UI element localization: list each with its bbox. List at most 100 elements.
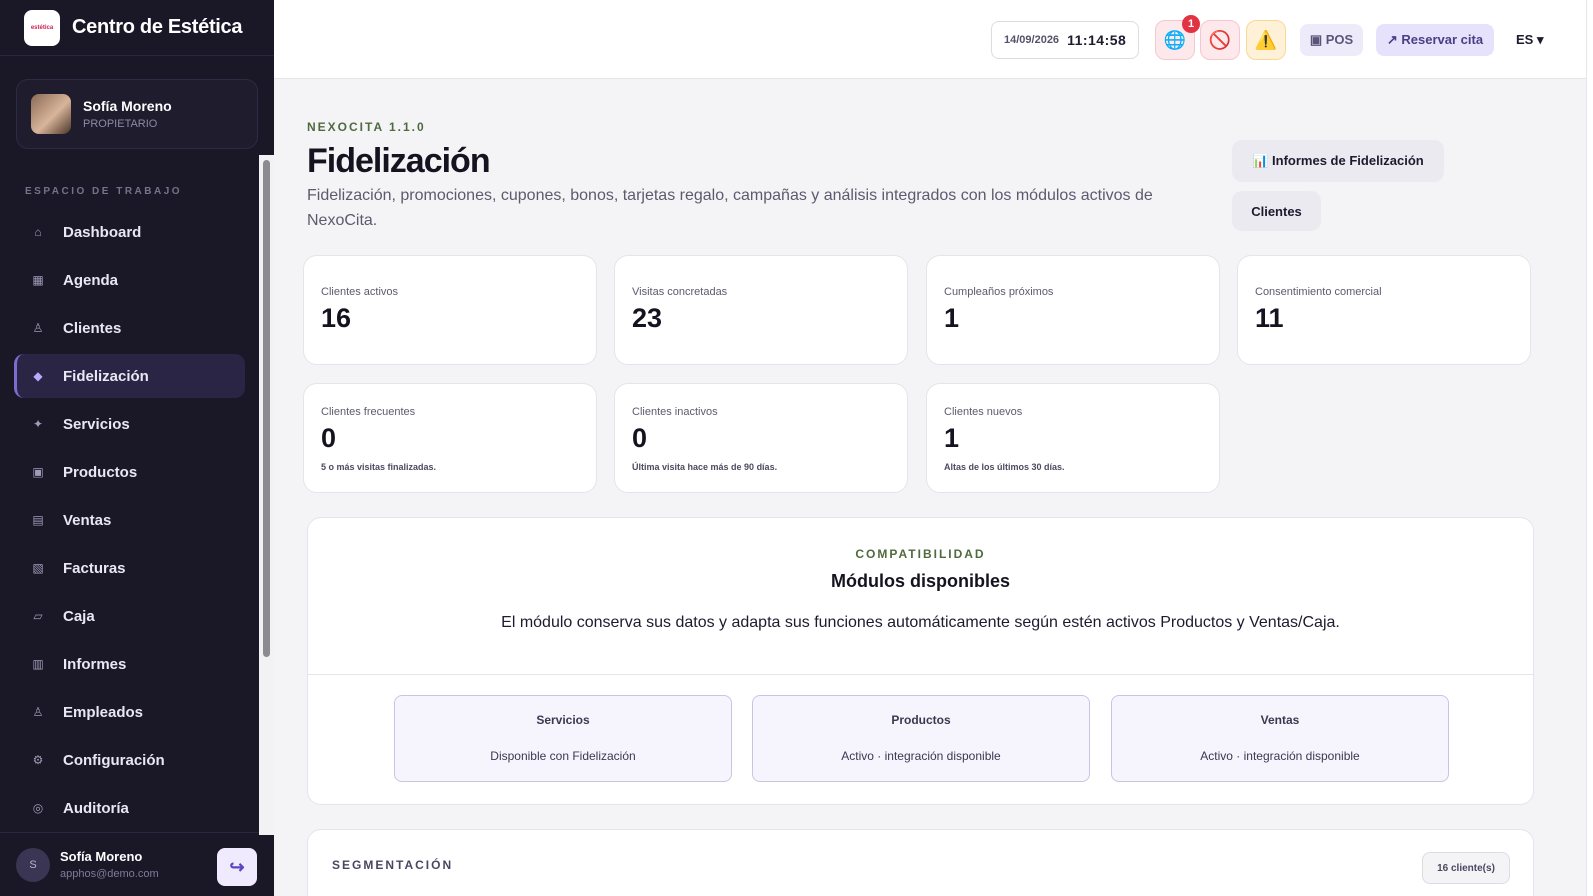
page-title: Fidelización: [307, 142, 491, 180]
stat-value: 16: [321, 303, 352, 333]
compatibility-panel: COMPATIBILIDAD Módulos disponibles El mó…: [307, 517, 1534, 805]
block-button[interactable]: 🚫: [1200, 20, 1240, 60]
diamond-icon: ◆: [33, 369, 43, 383]
compatibility-title: Módulos disponibles: [831, 571, 1010, 591]
warning-icon: ⚠️: [1254, 29, 1278, 50]
sidebar-item-label: Servicios: [63, 415, 130, 433]
stat-note: Última visita hace más de 90 días.: [632, 462, 778, 472]
sidebar-item-label: Caja: [63, 607, 95, 625]
sparkle-icon: ✦: [32, 417, 44, 431]
sidebar-item-label: Auditoría: [63, 799, 129, 817]
warning-button[interactable]: ⚠️: [1246, 20, 1286, 60]
module-name: Productos: [891, 713, 951, 727]
page-description: Fidelización, promociones, cupones, bono…: [307, 187, 1153, 229]
pos-button[interactable]: ▣ POS: [1300, 24, 1363, 56]
segmentation-title: SEGMENTACIÓN: [332, 858, 454, 872]
divider: [308, 674, 1533, 675]
globe-icon: 🌐: [1163, 29, 1187, 50]
main-content: NEXOCITA 1.1.0 Fidelización Fidelización…: [274, 80, 1593, 896]
user-name: Sofía Moreno: [60, 849, 143, 864]
report-icon: ▥: [32, 657, 44, 671]
user-email: apphos@demo.com: [60, 868, 159, 880]
stat-card: Clientes inactivos 0 Última visita hace …: [614, 383, 908, 493]
compatibility-description: El módulo conserva sus datos y adapta su…: [501, 614, 1340, 631]
stat-card: Clientes frecuentes 0 5 o más visitas fi…: [303, 383, 597, 493]
brand[interactable]: estética Centro de Estética: [0, 0, 274, 56]
sidebar-item-label: Ventas: [63, 511, 112, 529]
sidebar-item-facturas[interactable]: ▧ Facturas: [14, 546, 245, 590]
sidebar-item-fidelizacion[interactable]: ◆ Fidelización: [14, 354, 245, 398]
employee-icon: ♙: [32, 705, 44, 719]
app-version: NEXOCITA 1.1.0: [307, 120, 426, 134]
current-date: 14/09/2026: [1004, 34, 1060, 46]
module-name: Ventas: [1260, 713, 1300, 727]
stat-label: Clientes frecuentes: [321, 406, 416, 418]
module-card-productos: Productos Activo · integración disponibl…: [752, 695, 1090, 782]
module-status: Activo · integración disponible: [841, 749, 1001, 763]
profile-name: Sofía Moreno: [83, 98, 172, 114]
segmentation-count-badge: 16 cliente(s): [1422, 852, 1510, 884]
gear-icon: ⚙: [32, 753, 44, 767]
module-status: Activo · integración disponible: [1200, 749, 1360, 763]
stat-card: Clientes activos 16: [303, 255, 597, 365]
language-selector[interactable]: ES ▾: [1516, 32, 1543, 48]
sidebar-item-label: Productos: [63, 463, 138, 481]
topbar: 14/09/2026 11:14:58 🌐 1 🚫 ⚠️ ▣ POS ↗ Res…: [274, 0, 1593, 79]
module-name: Servicios: [536, 713, 590, 727]
receipt-icon: ▤: [32, 513, 44, 527]
segmentation-panel: SEGMENTACIÓN 16 cliente(s): [307, 829, 1534, 896]
stat-value: 0: [632, 423, 648, 453]
user-footer: S Sofía Moreno apphos@demo.com ↪: [0, 832, 274, 896]
sidebar-item-agenda[interactable]: ▦ Agenda: [14, 258, 245, 302]
invoice-icon: ▧: [32, 561, 44, 575]
stat-card: Visitas concretadas 23: [614, 255, 908, 365]
sidebar-item-label: Agenda: [63, 271, 119, 289]
logout-icon: ↪: [229, 856, 245, 877]
home-icon: ⌂: [34, 225, 42, 239]
current-time: 11:14:58: [1067, 32, 1127, 48]
profile-avatar: [31, 94, 71, 134]
sidebar-item-label: Configuración: [63, 751, 165, 769]
audit-icon: ◎: [32, 801, 44, 815]
profile-card[interactable]: Sofía Moreno PROPIETARIO: [16, 79, 258, 149]
sidebar-item-label: Clientes: [63, 319, 122, 337]
brand-logo-text: estética: [30, 24, 54, 31]
notification-badge: 1: [1182, 15, 1200, 33]
sidebar-item-clientes[interactable]: ♙ Clientes: [14, 306, 245, 350]
logout-button[interactable]: ↪: [217, 848, 257, 886]
module-card-servicios: Servicios Disponible con Fidelización: [394, 695, 732, 782]
datetime-display: 14/09/2026 11:14:58: [991, 21, 1139, 59]
brand-logo: estética: [24, 9, 60, 46]
sidebar-item-auditoria[interactable]: ◎ Auditoría: [14, 786, 245, 830]
book-appointment-button[interactable]: ↗ Reservar cita: [1376, 24, 1494, 56]
sidebar-item-productos[interactable]: ▣ Productos: [14, 450, 245, 494]
profile-role: PROPIETARIO: [83, 118, 158, 130]
sidebar-item-empleados[interactable]: ♙ Empleados: [14, 690, 245, 734]
stat-value: 1: [944, 303, 960, 333]
calendar-icon: ▦: [32, 273, 44, 287]
sidebar-item-informes[interactable]: ▥ Informes: [14, 642, 245, 686]
stat-value: 1: [944, 423, 960, 453]
clients-button[interactable]: Clientes: [1232, 191, 1321, 231]
sidebar-nav: ⌂ Dashboard ▦ Agenda ♙ Clientes ◆ Fidelizaci…: [14, 210, 245, 834]
stat-label: Visitas concretadas: [632, 286, 728, 298]
loyalty-reports-button[interactable]: 📊 Informes de Fidelización: [1232, 140, 1444, 182]
stat-label: Clientes activos: [321, 286, 399, 298]
stat-value: 23: [632, 303, 663, 333]
sidebar-item-caja[interactable]: ▱ Caja: [14, 594, 245, 638]
stat-card: Cumpleaños próximos 1: [926, 255, 1220, 365]
window-edge: [1586, 0, 1593, 896]
sidebar: estética Centro de Estética Sofía Moreno…: [0, 0, 274, 896]
stat-label: Clientes nuevos: [944, 406, 1023, 418]
avatar[interactable]: S: [16, 847, 50, 882]
sidebar-item-dashboard[interactable]: ⌂ Dashboard: [14, 210, 245, 254]
stat-note: 5 o más visitas finalizadas.: [321, 462, 437, 472]
stat-label: Cumpleaños próximos: [944, 286, 1054, 298]
sidebar-item-configuracion[interactable]: ⚙ Configuración: [14, 738, 245, 782]
sidebar-item-ventas[interactable]: ▤ Ventas: [14, 498, 245, 542]
sidebar-item-label: Informes: [63, 655, 127, 673]
block-icon: 🚫: [1208, 29, 1232, 50]
sidebar-item-servicios[interactable]: ✦ Servicios: [14, 402, 245, 446]
stat-value: 0: [321, 423, 337, 453]
sidebar-scrollbar-thumb[interactable]: [263, 160, 270, 657]
